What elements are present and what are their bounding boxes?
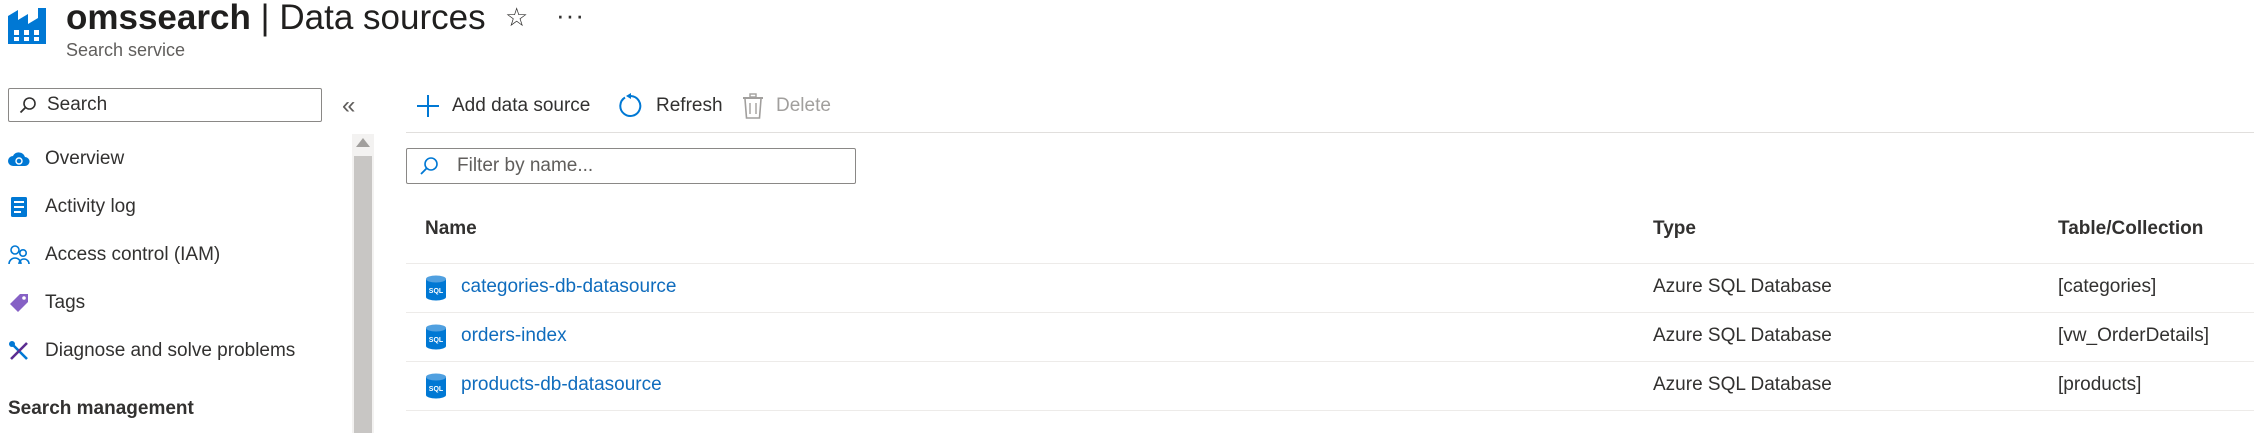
sql-database-icon: SQL — [425, 373, 447, 399]
sidebar-item-label: Overview — [45, 148, 125, 169]
sidebar-search-input[interactable]: Search — [8, 88, 322, 122]
activity-log-icon — [8, 196, 30, 218]
filter-placeholder: Filter by name... — [457, 155, 594, 176]
sidebar-scroll-thumb[interactable] — [354, 156, 372, 433]
page-name: Data sources — [279, 0, 486, 37]
column-header-type[interactable]: Type — [1653, 218, 1696, 240]
search-icon — [19, 97, 36, 114]
trash-icon — [742, 93, 764, 119]
page-subtitle: Search service — [66, 40, 186, 60]
page-title: omssearch | Data sources — [66, 0, 486, 38]
overview-cloud-icon — [8, 148, 30, 170]
sidebar-section-heading: Search management — [8, 398, 194, 419]
sidebar-item-label: Diagnose and solve problems — [45, 340, 296, 361]
table-row-divider — [406, 312, 2254, 313]
delete-button[interactable]: Delete — [742, 88, 831, 124]
delete-label: Delete — [776, 95, 831, 116]
sql-database-icon: SQL — [425, 324, 447, 350]
table-divider — [406, 263, 2254, 264]
column-header-name[interactable]: Name — [425, 218, 477, 240]
refresh-icon — [618, 93, 644, 119]
sidebar-item-diagnose[interactable]: Diagnose and solve problems — [8, 331, 295, 371]
sidebar-item-access-control[interactable]: Access control (IAM) — [8, 235, 220, 275]
sql-icon-text: SQL — [429, 337, 444, 344]
sidebar-item-label: Access control (IAM) — [45, 244, 221, 265]
title-separator: | — [250, 0, 280, 37]
more-options-icon[interactable]: ··· — [556, 0, 585, 31]
search-service-icon — [6, 6, 50, 46]
sidebar-item-overview[interactable]: Overview — [8, 139, 124, 179]
tag-icon — [8, 292, 30, 314]
filter-by-name-input[interactable]: Filter by name... — [406, 148, 856, 184]
collapse-sidebar-icon[interactable]: « — [342, 92, 355, 120]
refresh-label: Refresh — [656, 95, 723, 116]
plus-icon — [416, 94, 440, 118]
toolbar-divider — [406, 132, 2254, 133]
table-row-divider — [406, 361, 2254, 362]
wrench-icon — [8, 340, 30, 362]
sql-icon-text: SQL — [429, 288, 444, 295]
refresh-button[interactable]: Refresh — [618, 88, 723, 124]
sidebar-item-activity-log[interactable]: Activity log — [8, 187, 136, 227]
datasource-collection: [products] — [2058, 374, 2142, 395]
sidebar-item-tags[interactable]: Tags — [8, 283, 85, 323]
datasource-collection: [categories] — [2058, 276, 2157, 297]
sql-database-icon: SQL — [425, 275, 447, 301]
scroll-up-arrow-icon[interactable] — [356, 138, 370, 147]
datasource-link[interactable]: products-db-datasource — [461, 374, 662, 396]
datasource-type: Azure SQL Database — [1653, 276, 1832, 297]
resource-name: omssearch — [66, 0, 251, 37]
people-icon — [8, 244, 30, 266]
search-icon — [420, 157, 438, 175]
sql-icon-text: SQL — [429, 386, 444, 393]
table-row-divider — [406, 410, 2254, 411]
datasource-link[interactable]: categories-db-datasource — [461, 276, 676, 298]
add-data-source-label: Add data source — [452, 95, 591, 116]
datasource-link[interactable]: orders-index — [461, 325, 567, 347]
favorite-star-icon[interactable]: ☆ — [505, 2, 528, 33]
sidebar-item-label: Activity log — [45, 196, 136, 217]
column-header-table-collection[interactable]: Table/Collection — [2058, 218, 2203, 240]
datasource-collection: [vw_OrderDetails] — [2058, 325, 2209, 346]
datasource-type: Azure SQL Database — [1653, 374, 1832, 395]
sidebar-search-placeholder: Search — [47, 94, 108, 115]
sidebar-item-label: Tags — [45, 292, 86, 313]
add-data-source-button[interactable]: Add data source — [416, 88, 590, 124]
datasource-type: Azure SQL Database — [1653, 325, 1832, 346]
